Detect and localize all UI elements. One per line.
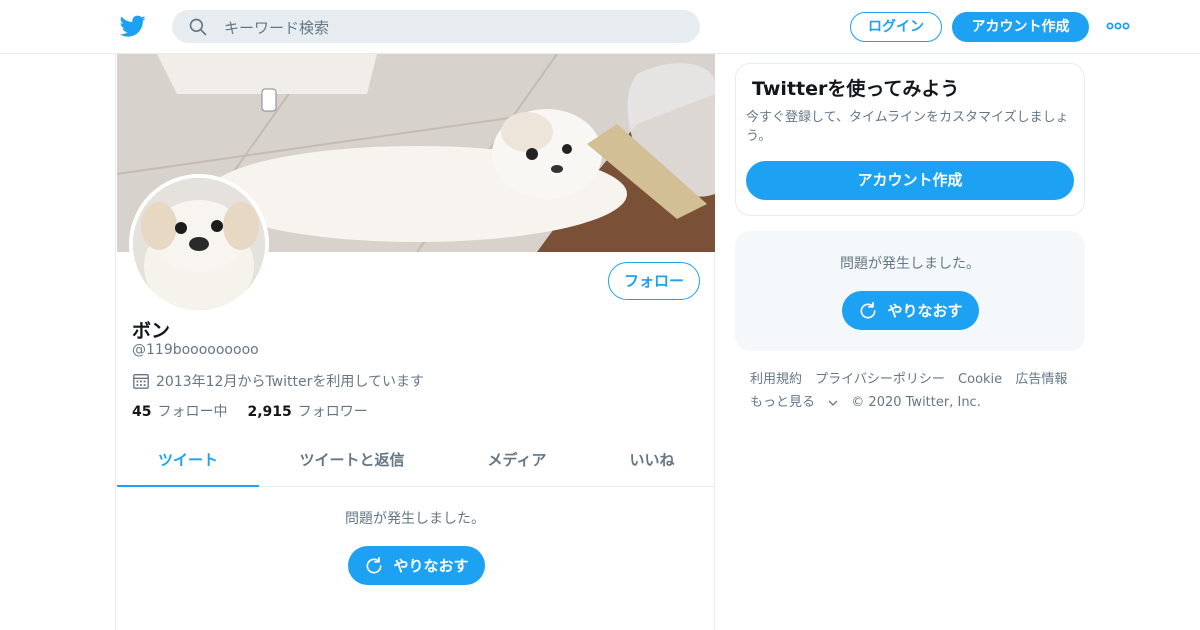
followers-label: フォロワー: [297, 404, 368, 420]
footer-row: 利用規約 プライバシーポリシー Cookie 広告情報: [750, 368, 1080, 391]
followers-count: 2,915: [247, 404, 292, 420]
login-button[interactable]: ログイン: [850, 12, 942, 42]
footer-more-label: もっと見る: [750, 395, 816, 410]
footer-more-link[interactable]: もっと見る: [750, 395, 838, 410]
following-label: フォロー中: [157, 404, 228, 420]
join-date-text: 2013年12月からTwitterを利用しています: [156, 374, 424, 390]
footer-link-privacy[interactable]: プライバシーポリシー: [815, 372, 945, 387]
search-input[interactable]: キーワード検索: [172, 10, 700, 43]
signup-card-title: Twitterを使ってみよう: [752, 78, 960, 100]
avatar-photo: [133, 178, 265, 310]
timeline-retry-button[interactable]: やりなおす: [348, 546, 485, 585]
footer-link-cookie[interactable]: Cookie: [958, 372, 1002, 387]
twitter-bird-icon[interactable]: [119, 13, 147, 39]
search-icon: [189, 18, 207, 36]
following-stat[interactable]: 45 フォロー中: [132, 401, 227, 421]
calendar-icon: [133, 374, 149, 389]
join-date: 2013年12月からTwitterを利用しています: [132, 371, 424, 391]
profile-name: ボン: [132, 320, 171, 342]
followers-stat[interactable]: 2,915 フォロワー: [247, 401, 367, 421]
chevron-down-icon: [828, 400, 838, 406]
retry-label: やりなおす: [393, 557, 469, 575]
footer-row: もっと見る © 2020 Twitter, Inc.: [750, 391, 1080, 414]
refresh-icon: [861, 301, 876, 318]
refresh-icon: [367, 556, 382, 573]
profile-column: フォロー ボン @119booooooooo 2013年12月からTwitter…: [115, 54, 715, 630]
tab-tweets[interactable]: ツイート: [117, 436, 259, 487]
tab-likes[interactable]: いいね: [607, 436, 697, 487]
following-count: 45: [132, 404, 152, 420]
sidebar-error-card: 問題が発生しました。 やりなおす: [735, 231, 1085, 351]
follow-button[interactable]: フォロー: [608, 262, 700, 300]
footer-links: 利用規約 プライバシーポリシー Cookie 広告情報 もっと見る © 2020…: [750, 368, 1080, 414]
signup-card-button[interactable]: アカウント作成: [746, 161, 1074, 200]
signup-card: Twitterを使ってみよう 今すぐ登録して、タイムラインをカスタマイズしましょ…: [735, 63, 1085, 216]
tab-tweets-and-replies[interactable]: ツイートと返信: [277, 436, 427, 487]
sidebar-error-text: 問題が発生しました。: [840, 256, 980, 272]
timeline-error-text: 問題が発生しました。: [345, 511, 485, 527]
tab-media[interactable]: メディア: [462, 436, 572, 487]
more-dots-icon[interactable]: [1106, 19, 1130, 33]
profile-tabs: ツイート ツイートと返信 メディア いいね: [117, 436, 715, 487]
profile-avatar[interactable]: [129, 174, 269, 314]
signup-card-description: 今すぐ登録して、タイムラインをカスタマイズしましょう。: [746, 110, 1069, 144]
sidebar-retry-button[interactable]: やりなおす: [842, 291, 979, 330]
top-navigation-bar: キーワード検索 ログイン アカウント作成: [0, 0, 1200, 54]
sidebar-retry-label: やりなおす: [887, 302, 963, 320]
copyright: © 2020 Twitter, Inc.: [851, 395, 981, 410]
signup-button[interactable]: アカウント作成: [952, 12, 1089, 42]
follow-stats: 45 フォロー中 2,915 フォロワー: [132, 401, 388, 421]
search-placeholder: キーワード検索: [224, 19, 330, 37]
footer-link-terms[interactable]: 利用規約: [750, 372, 802, 387]
footer-link-ads[interactable]: 広告情報: [1015, 372, 1067, 387]
profile-handle[interactable]: @119booooooooo: [132, 342, 259, 358]
